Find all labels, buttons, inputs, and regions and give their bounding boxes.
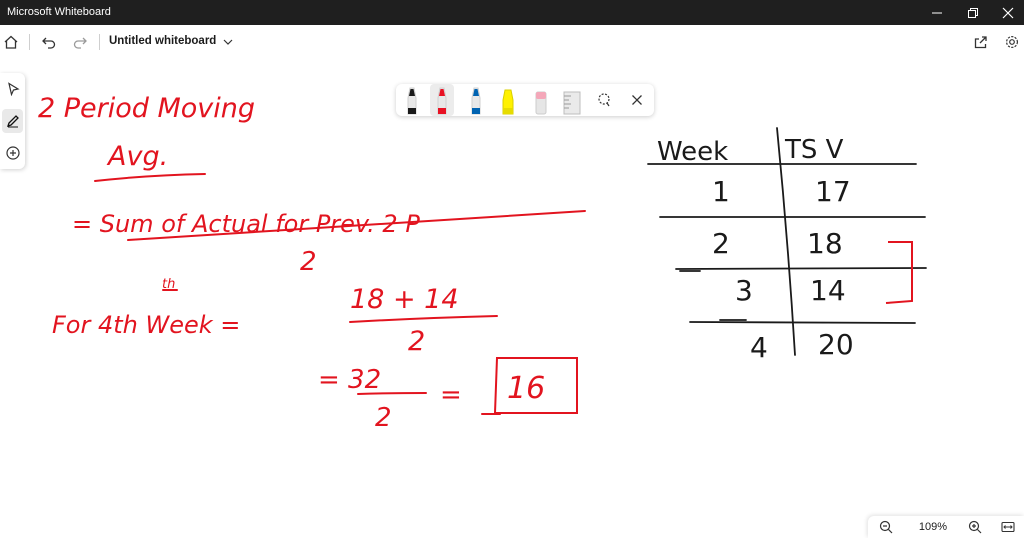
home-button[interactable] — [0, 31, 22, 53]
lasso-icon — [598, 93, 610, 107]
settings-button[interactable] — [1001, 31, 1023, 53]
app-bar: Untitled whiteboard — [0, 25, 1024, 59]
pen-icon — [6, 115, 19, 128]
highlighter-icon — [502, 89, 514, 115]
divider — [29, 34, 30, 50]
zoom-out-icon — [879, 520, 893, 534]
bracket-highlight — [885, 241, 913, 304]
close-toolbar-button[interactable] — [625, 84, 649, 116]
pen-toolbar — [396, 84, 654, 116]
result-equals: = — [440, 380, 462, 410]
plus-circle-icon — [5, 146, 20, 160]
pointer-icon — [7, 82, 20, 96]
result-fraction-line — [357, 392, 427, 395]
zoom-out-button[interactable] — [876, 518, 896, 536]
board-title[interactable]: Untitled whiteboard — [109, 35, 216, 47]
heading-line2: Avg. — [106, 141, 168, 172]
share-button[interactable] — [970, 31, 992, 53]
result-value: 16 — [507, 371, 545, 406]
fit-to-screen-button[interactable] — [998, 518, 1018, 536]
gear-icon — [1005, 35, 1019, 49]
black-pen-icon — [407, 87, 417, 115]
result-denominator: 2 — [375, 403, 392, 433]
table-cell: 1 — [712, 175, 730, 208]
minimize-icon — [932, 12, 942, 13]
close-icon — [632, 95, 642, 105]
close-window-button[interactable] — [990, 0, 1024, 25]
table-header-week: Week — [657, 137, 728, 167]
redo-button[interactable] — [69, 31, 91, 53]
calc-fraction-line — [349, 315, 498, 323]
formula-denominator: 2 — [300, 247, 317, 277]
red-pen-icon — [437, 87, 447, 115]
ruler-icon — [563, 91, 581, 115]
black-pen-button[interactable] — [400, 84, 424, 116]
data-table: Week TS V 1 17 2 18 3 14 4 20 — [657, 135, 854, 364]
week-label: For 4th Week = — [52, 311, 240, 339]
lasso-button[interactable] — [592, 84, 616, 116]
app-title: Microsoft Whiteboard — [7, 6, 111, 18]
zoom-bar: 109% — [868, 516, 1024, 538]
divider — [99, 34, 100, 50]
redo-icon — [73, 37, 87, 49]
table-header-tsv: TS V — [784, 135, 844, 165]
table-cell: 4 — [750, 331, 768, 364]
eraser-icon — [535, 91, 547, 115]
left-toolbar — [0, 73, 25, 169]
avg-underline — [94, 173, 206, 182]
highlighter-button[interactable] — [496, 84, 520, 116]
table-cell: 18 — [807, 227, 843, 260]
undo-button[interactable] — [38, 31, 60, 53]
close-icon — [1002, 7, 1014, 18]
zoom-level: 109% — [918, 521, 948, 533]
add-button[interactable] — [2, 141, 23, 165]
fit-width-icon — [1001, 521, 1015, 533]
heading-line1: 2 Period Moving — [38, 93, 255, 124]
superscript-th: th — [162, 277, 175, 292]
calc-numerator: 18 + 14 — [350, 284, 459, 315]
table-cell: 20 — [818, 328, 854, 361]
zoom-in-button[interactable] — [965, 518, 985, 536]
table-cell: 17 — [815, 175, 851, 208]
restore-button[interactable] — [955, 0, 991, 25]
table-row-line — [689, 321, 916, 324]
undo-icon — [42, 37, 56, 49]
minimize-button[interactable] — [919, 0, 955, 25]
ruler-button[interactable] — [560, 84, 584, 116]
table-cell: 14 — [810, 274, 846, 307]
result-numerator: = 32 — [318, 365, 381, 395]
zoom-in-icon — [968, 520, 982, 534]
blue-pen-icon — [471, 87, 481, 115]
select-tool-button[interactable] — [2, 77, 23, 101]
eraser-button[interactable] — [529, 84, 553, 116]
title-bar: Microsoft Whiteboard — [0, 0, 1024, 25]
restore-icon — [968, 7, 978, 18]
table-cell: 2 — [712, 227, 730, 260]
blue-pen-button[interactable] — [464, 84, 488, 116]
chevron-down-icon — [223, 39, 233, 45]
calc-denominator: 2 — [408, 326, 425, 357]
ink-layer: 2 Period Moving Avg. = Sum of Actual for… — [38, 93, 927, 433]
svg-text:th: th — [162, 277, 175, 292]
whiteboard-canvas[interactable]: 2 Period Moving Avg. = Sum of Actual for… — [0, 59, 1024, 538]
board-title-dropdown[interactable] — [221, 34, 235, 50]
table-cell: 3 — [735, 274, 753, 307]
red-pen-button[interactable] — [430, 84, 454, 116]
home-icon — [4, 35, 18, 49]
share-icon — [974, 36, 987, 49]
pen-tool-button[interactable] — [2, 109, 23, 133]
table-row-line — [675, 267, 927, 270]
